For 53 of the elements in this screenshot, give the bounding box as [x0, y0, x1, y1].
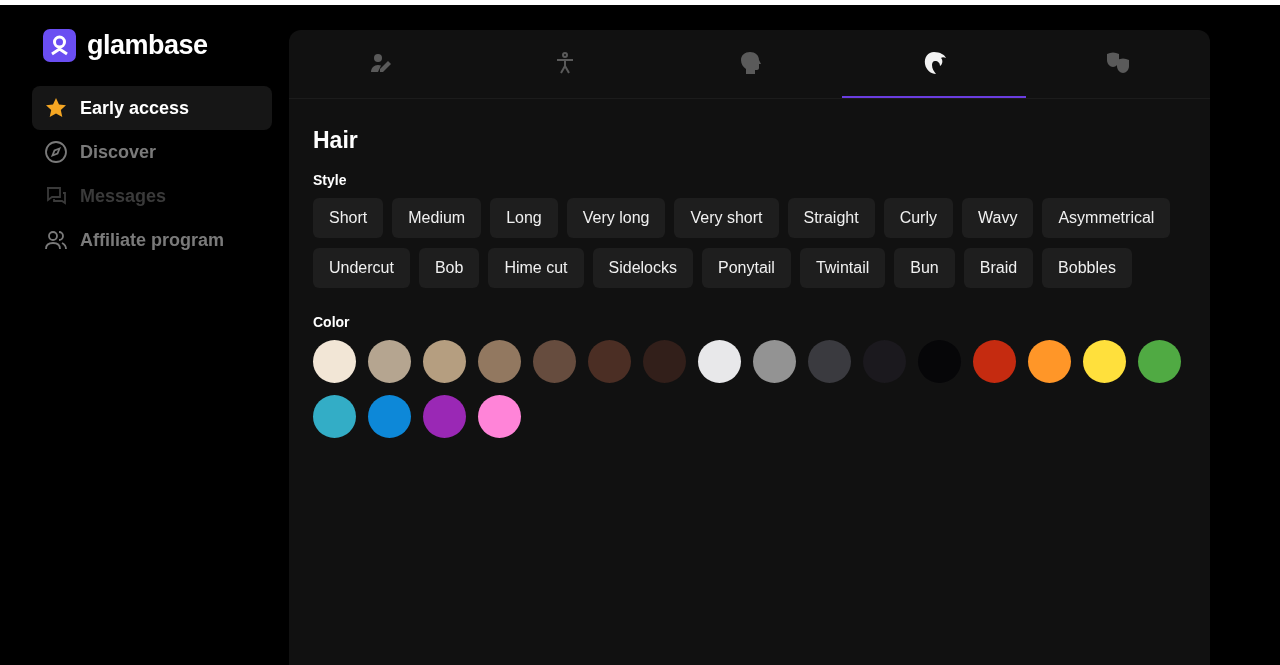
style-option[interactable]: Twintail: [799, 248, 886, 288]
color-swatch[interactable]: [1083, 340, 1126, 383]
compass-icon: [44, 140, 68, 164]
style-option[interactable]: Bobbles: [1042, 248, 1132, 288]
style-label: Style: [313, 172, 348, 188]
star-icon: [44, 96, 68, 120]
sidebar-item-label: Early access: [80, 97, 190, 119]
color-swatch[interactable]: [368, 340, 411, 383]
sidebar-item-label: Affiliate program: [80, 229, 225, 251]
theater-masks-icon: [1104, 51, 1131, 75]
color-swatch[interactable]: [588, 340, 631, 383]
style-option[interactable]: Wavy: [962, 198, 1034, 238]
sidebar-item-label: Discover: [80, 141, 157, 163]
style-option[interactable]: Sidelocks: [592, 248, 693, 288]
color-swatch[interactable]: [423, 340, 466, 383]
section-title: Hair: [313, 127, 359, 154]
sidebar-item[interactable]: Affiliate program: [32, 218, 272, 262]
style-option[interactable]: Very long: [566, 198, 666, 238]
color-swatch[interactable]: [368, 395, 411, 438]
logo-icon: [43, 29, 76, 62]
color-swatch[interactable]: [1028, 340, 1071, 383]
style-option[interactable]: Bob: [418, 248, 480, 288]
style-option[interactable]: Long: [490, 198, 558, 238]
color-swatch[interactable]: [698, 340, 741, 383]
style-option[interactable]: Very short: [674, 198, 779, 238]
style-option[interactable]: Undercut: [313, 248, 410, 288]
sidebar-item[interactable]: Discover: [32, 130, 272, 174]
style-option[interactable]: Hime cut: [488, 248, 584, 288]
color-swatch[interactable]: [533, 340, 576, 383]
style-option[interactable]: Bun: [894, 248, 955, 288]
color-label: Color: [313, 314, 351, 330]
color-swatch[interactable]: [753, 340, 796, 383]
color-swatch[interactable]: [478, 340, 521, 383]
color-swatch[interactable]: [643, 340, 686, 383]
color-swatch[interactable]: [478, 395, 521, 438]
style-option[interactable]: Ponytail: [702, 248, 791, 288]
users-icon: [44, 228, 68, 252]
color-swatch[interactable]: [313, 395, 356, 438]
color-swatch[interactable]: [973, 340, 1016, 383]
sidebar-item-label: Messages: [80, 185, 167, 207]
style-option[interactable]: Short: [313, 198, 384, 238]
color-swatch[interactable]: [423, 395, 466, 438]
color-swatch[interactable]: [808, 340, 851, 383]
style-option[interactable]: Straight: [787, 198, 875, 238]
style-option[interactable]: Curly: [883, 198, 953, 238]
color-swatch[interactable]: [1138, 340, 1181, 383]
style-option[interactable]: Braid: [963, 248, 1034, 288]
style-option[interactable]: Asymmetrical: [1042, 198, 1171, 238]
user-edit-icon: [369, 51, 394, 75]
style-option[interactable]: Medium: [392, 198, 482, 238]
sidebar-item[interactable]: Early access: [32, 86, 272, 130]
color-swatch[interactable]: [313, 340, 356, 383]
brand-name: glambase: [87, 30, 208, 61]
